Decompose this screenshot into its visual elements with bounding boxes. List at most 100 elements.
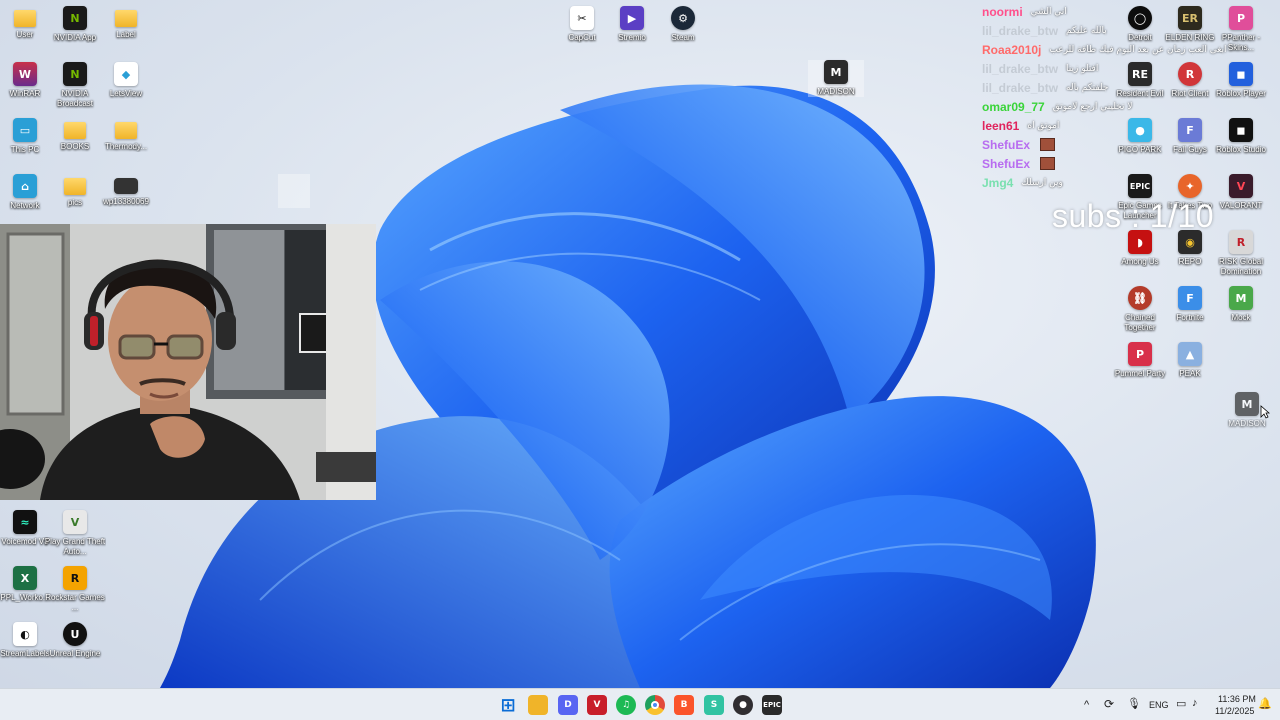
desktop-icon-chained-together[interactable]: ⛓ Chained Together (1112, 286, 1168, 333)
chat-text: افتلو زينا (1066, 63, 1099, 74)
desktop-icon-mock[interactable]: M Mock (1213, 286, 1269, 323)
folder-icon (64, 178, 86, 195)
unreal-icon: U (63, 622, 87, 646)
chrome-icon[interactable] (645, 695, 665, 715)
chat-username: noormi (982, 4, 1023, 19)
chat-username: lil_drake_btw (982, 61, 1059, 76)
chat-message: lil_drake_btw جلفتكم باله (982, 78, 1280, 97)
winrar-icon: W (13, 62, 37, 86)
chat-emote-icon (1040, 157, 1056, 170)
chat-emote-icon (1040, 138, 1056, 151)
discord-icon[interactable]: D (558, 695, 578, 715)
chat-username: Jmg4 (982, 175, 1014, 190)
voicemod-icon: ≈ (13, 510, 37, 534)
sync-icon[interactable]: ⟳ (1104, 697, 1114, 711)
taskbar: ⊞ D V ♫ B S ● EPIC ^ ⟳ 🎙 ENG ▭ ♪ 11:36 P… (0, 688, 1280, 720)
desktop-icon-risk[interactable]: R RISK Global Domination (1213, 230, 1269, 277)
fortnite-icon: F (1178, 286, 1202, 310)
desktop-icon-madison-top[interactable]: M MADISON (808, 60, 864, 97)
mouse-cursor-icon (1260, 405, 1270, 419)
chat-overlay: noormi اني الشي lil_drake_btw بالله عليك… (982, 2, 1280, 192)
chat-message: omar09_77 لا تخليني ارجع لاموتق (982, 97, 1280, 116)
folder-icon (115, 122, 137, 139)
chat-text: وين ارسلك (1021, 177, 1063, 188)
chat-username: lil_drake_btw (982, 23, 1059, 38)
stremio-icon: ▶ (620, 6, 644, 30)
selection-ghost (278, 174, 310, 208)
subs-goal: subs : 1/10 (1052, 198, 1215, 234)
chat-message: noormi اني الشي (982, 2, 1280, 21)
folder-icon (64, 122, 86, 139)
file-explorer-icon[interactable] (528, 695, 548, 715)
volume-icon[interactable]: ♪ (1192, 697, 1198, 709)
chat-text: جلفتكم باله (1066, 82, 1109, 93)
chat-username: ShefuEx (982, 156, 1031, 171)
voicemeeter-icon[interactable]: V (587, 695, 607, 715)
excel-icon: X (13, 566, 37, 590)
risk-icon: R (1229, 230, 1253, 254)
folder-icon (14, 10, 36, 27)
clock-date[interactable]: 11/2/2025 (1215, 706, 1254, 716)
madison-icon: M (1235, 392, 1259, 416)
chat-text: ابغى العب زمان عن بعد اليوم فيك طاقة للر… (1049, 44, 1227, 55)
desktop-icon-peak[interactable]: ▲ PEAK (1162, 342, 1218, 379)
capcut-icon: ✂ (570, 6, 594, 30)
chat-message: Roaa2010j ابغى العب زمان عن بعد اليوم في… (982, 40, 1280, 59)
peak-icon: ▲ (1178, 342, 1202, 366)
clock-time[interactable]: 11:36 PM (1218, 694, 1256, 704)
chat-username: Roaa2010j (982, 42, 1042, 57)
chat-text: اموتق اه (1027, 120, 1060, 131)
chat-message: leen61 اموتق اه (982, 116, 1280, 135)
nvidia-icon: N (63, 6, 87, 30)
obs-icon[interactable]: ● (733, 695, 753, 715)
desktop-icon-unreal[interactable]: U Unreal Engine (47, 622, 103, 659)
mock-icon: M (1229, 286, 1253, 310)
microphone-icon[interactable]: 🎙 (1127, 697, 1141, 710)
desktop-icon-label[interactable]: Label (98, 6, 154, 40)
chat-message: ShefuEx (982, 135, 1280, 154)
chat-username: lil_drake_btw (982, 80, 1059, 95)
chat-message: ShefuEx (982, 154, 1280, 173)
chat-username: leen61 (982, 118, 1020, 133)
desktop-icon-gta[interactable]: V Play Grand Theft Auto... (45, 510, 105, 557)
notification-bell-icon[interactable]: 🔔 (1258, 697, 1272, 710)
desktop-icon-rockstar[interactable]: R Rockstar Games ... (45, 566, 105, 613)
chat-username: ShefuEx (982, 137, 1031, 152)
chat-text: بالله عليكم (1066, 25, 1107, 36)
brave-icon[interactable]: B (674, 695, 694, 715)
pummel-party-icon: P (1128, 342, 1152, 366)
chat-text: اني الشي (1030, 6, 1067, 17)
network-icon: ⌂ (13, 174, 37, 198)
desktop-icon-letsview[interactable]: ◆ LetsView (98, 62, 154, 99)
gta-icon: V (63, 510, 87, 534)
image-file-icon (114, 178, 138, 194)
network-status-icon[interactable]: ▭ (1176, 697, 1186, 710)
chained-together-icon: ⛓ (1128, 286, 1152, 310)
desktop-icon-steam[interactable]: ⚙ Steam (655, 6, 711, 43)
folder-icon (115, 10, 137, 27)
epic-taskbar-icon[interactable]: EPIC (762, 695, 782, 715)
webcam-overlay (0, 224, 376, 500)
chat-text: لا تخليني ارجع لاموتق (1052, 101, 1133, 112)
streamlabs-icon[interactable]: S (704, 695, 724, 715)
computer-icon: ▭ (13, 118, 37, 142)
webcam-scene (0, 224, 376, 500)
start-button[interactable]: ⊞ (498, 695, 518, 716)
language-indicator[interactable]: ENG (1149, 700, 1169, 710)
chat-message: lil_drake_btw افتلو زينا (982, 59, 1280, 78)
chat-username: omar09_77 (982, 99, 1045, 114)
letsview-icon: ◆ (114, 62, 138, 86)
madison-icon: M (824, 60, 848, 84)
spotify-icon[interactable]: ♫ (616, 695, 636, 715)
chat-message: Jmg4 وين ارسلك (982, 173, 1280, 192)
chat-message: lil_drake_btw بالله عليكم (982, 21, 1280, 40)
desktop-icon-wp13380069[interactable]: wp13380069 (98, 174, 154, 207)
desktop: User N NVIDIA App Label W WinRAR N NVIDI… (0, 0, 1280, 688)
streamlabels-icon: ◐ (13, 622, 37, 646)
desktop-icon-thermody[interactable]: Thermody... (98, 118, 154, 152)
rockstar-icon: R (63, 566, 87, 590)
tray-chevron-icon[interactable]: ^ (1084, 699, 1089, 711)
steam-icon: ⚙ (671, 6, 695, 30)
desktop-icon-nvidia-broadcast[interactable]: N NVIDIA Broadcast (47, 62, 103, 109)
nvidia-broadcast-icon: N (63, 62, 87, 86)
